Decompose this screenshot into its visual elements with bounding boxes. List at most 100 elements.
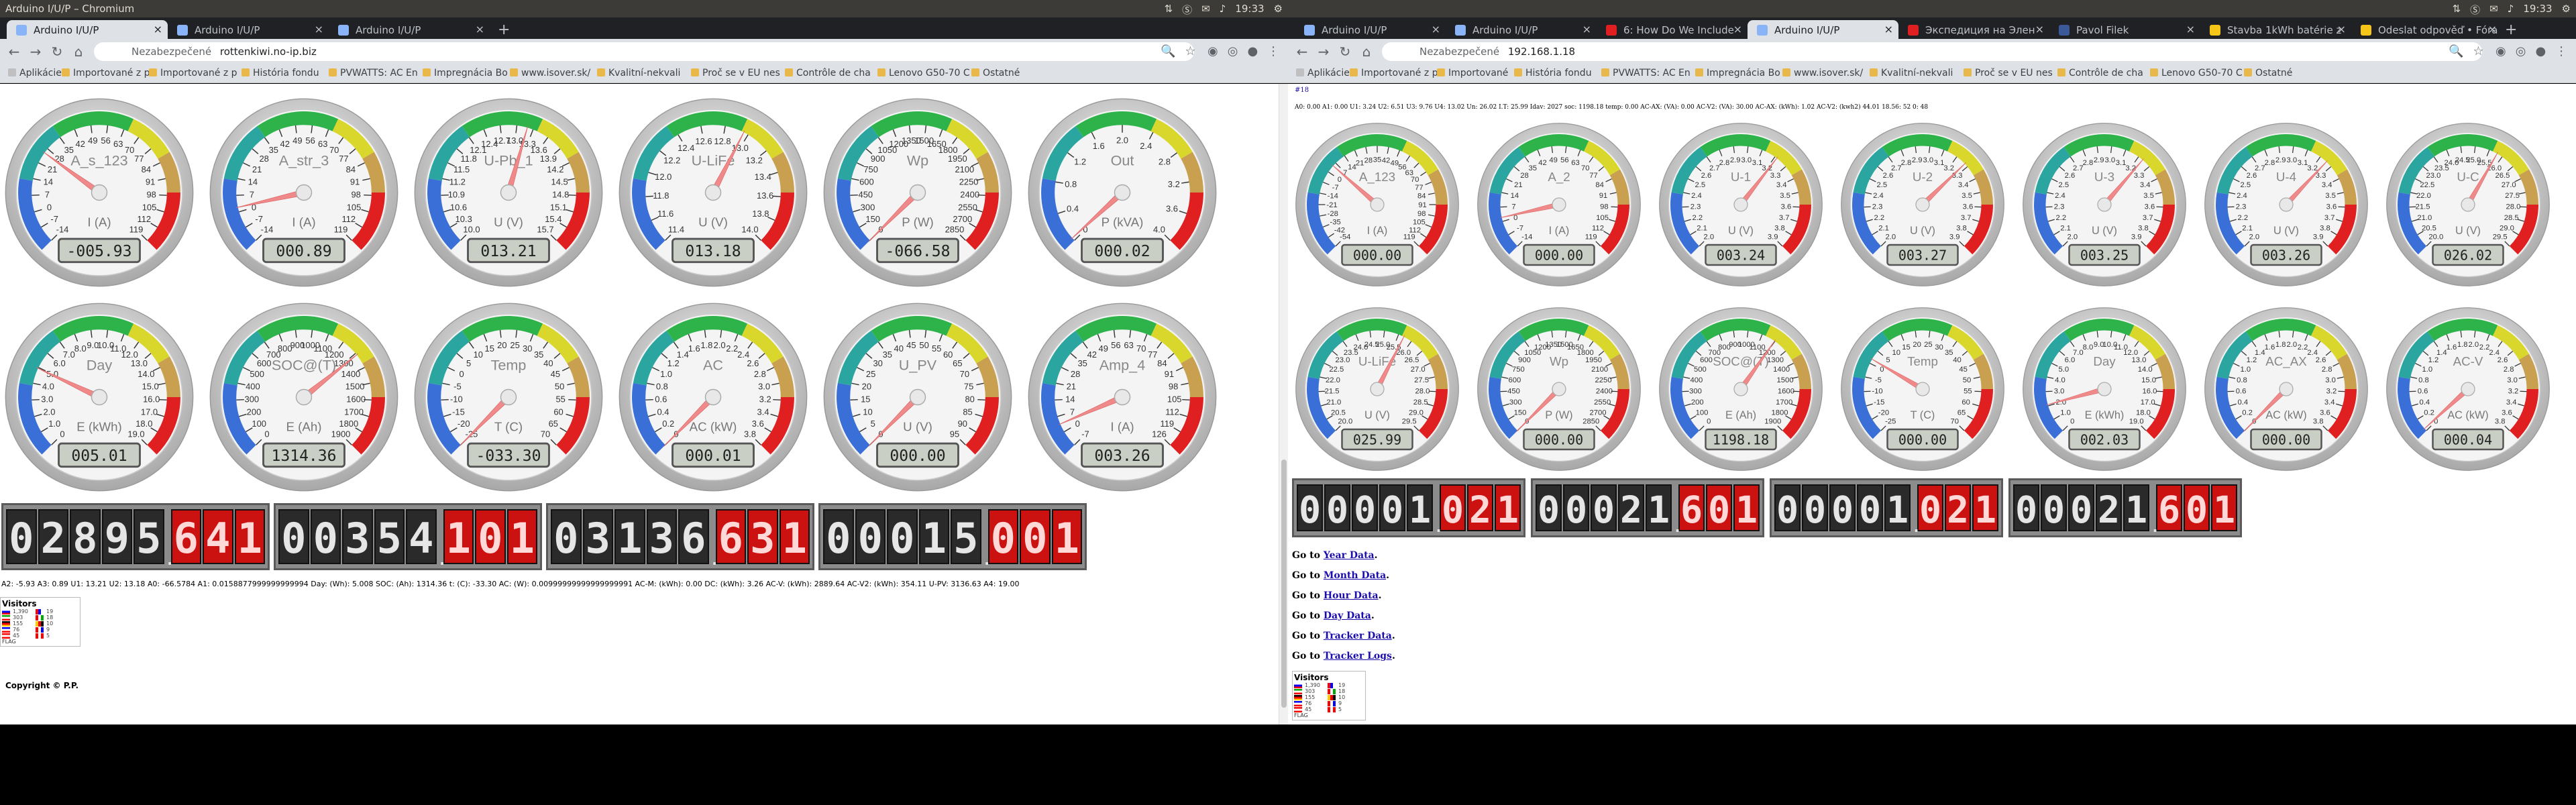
vertical-scrollbar[interactable] (1279, 84, 1288, 724)
bookmark-item[interactable]: Importované (1437, 68, 1508, 78)
bookmark-item[interactable]: PVWATTS: AC En (1601, 68, 1690, 78)
menu-icon[interactable]: ⋮ (2555, 44, 2567, 58)
bookmark-item[interactable]: PVWATTS: AC En (329, 68, 418, 78)
bookmark-item[interactable]: Ostatné (971, 68, 1020, 78)
bookmark-item[interactable]: Importované z p (149, 68, 237, 78)
close-icon[interactable]: × (476, 23, 484, 36)
close-icon[interactable]: × (2186, 23, 2195, 36)
tab-item[interactable]: Arduino I/U/P × (1446, 20, 1597, 39)
page-header[interactable]: #18 (1295, 87, 1309, 94)
goto-link[interactable]: Day Data (1324, 610, 1371, 621)
dropbox-icon[interactable]: ⇅ (1165, 3, 1173, 17)
extension-icon[interactable]: ● (1247, 44, 1258, 58)
clock[interactable]: 19:33 (1235, 3, 1264, 17)
tab-arduino-2[interactable]: Arduino I/U/P × (168, 20, 329, 39)
volume-icon[interactable]: ♪ (1220, 3, 1226, 17)
bookmark-item[interactable]: Kvalitní-nekvali (1870, 68, 1953, 78)
address-bar[interactable]: Nezabezpečené rottenkiwi.no-ip.biz (94, 42, 1194, 61)
url-text[interactable]: rottenkiwi.no-ip.biz (220, 46, 317, 58)
bookmark-item[interactable]: História fondu (1514, 68, 1592, 78)
gear-icon[interactable]: ⚙ (1274, 3, 1283, 17)
visitors-widget[interactable]: Visitors 1,390 19 303 18 155 10 76 9 45 5 FLAG (1292, 671, 1366, 720)
goto-link[interactable]: Tracker Data (1324, 631, 1392, 641)
close-icon[interactable]: × (1432, 23, 1440, 36)
clock[interactable]: 19:33 (2523, 3, 2552, 17)
back-button[interactable]: ← (1293, 43, 1311, 60)
tab-arduino-1[interactable]: Arduino I/U/P × (7, 20, 168, 39)
bookmark-item[interactable]: Aplikácie (8, 68, 62, 78)
close-icon[interactable]: × (1582, 23, 1591, 36)
extension-icon[interactable]: ◎ (1228, 44, 1238, 58)
close-icon[interactable]: × (315, 23, 323, 36)
extension-icon[interactable]: ● (2535, 44, 2546, 58)
url-text[interactable]: 192.168.1.18 (1508, 46, 1575, 58)
reload-button[interactable]: ↻ (1336, 43, 1354, 60)
tab-item[interactable]: Экспедиция на Элен × (1898, 20, 2049, 39)
bookmark-item[interactable]: Proč se v EU nes (1964, 68, 2053, 78)
bookmark-item[interactable]: História fondu (241, 68, 319, 78)
zoom-icon[interactable]: 🔍 (2449, 44, 2463, 58)
bookmark-item[interactable]: Lenovo G50-70 C (2150, 68, 2243, 78)
visitors-widget[interactable]: Visitors 1,390 19 303 18 155 10 76 9 45 5 FLAG (0, 597, 80, 647)
menu-icon[interactable]: ⋮ (1267, 44, 1279, 58)
reload-button[interactable]: ↻ (48, 43, 66, 60)
tab-item[interactable]: Stavba 1kWh batérie z × (2200, 20, 2351, 39)
tab-item[interactable]: Arduino I/U/P × (1748, 20, 1898, 39)
new-tab-button[interactable]: + (2505, 21, 2517, 38)
home-button[interactable]: ⌂ (1358, 43, 1375, 60)
new-tab-button[interactable]: + (498, 21, 510, 38)
bookmark-item[interactable]: Kvalitní-nekvali (597, 68, 680, 78)
forward-button[interactable]: → (1315, 43, 1332, 60)
close-icon[interactable]: × (154, 23, 162, 36)
goto-link[interactable]: Hour Data (1324, 590, 1379, 601)
volume-icon[interactable]: ♪ (2508, 3, 2514, 17)
tab-item[interactable]: Odeslat odpověď • Fóra × (2351, 20, 2502, 39)
forward-button[interactable]: → (27, 43, 44, 60)
bookmark-item[interactable]: Importované z p (62, 68, 150, 78)
bookmark-item[interactable]: Lenovo G50-70 C (877, 68, 970, 78)
close-icon[interactable]: × (2337, 23, 2346, 36)
goto-link[interactable]: Month Data (1324, 570, 1386, 581)
zoom-icon[interactable]: 🔍 (1161, 44, 1175, 58)
extension-icon[interactable]: ◎ (2516, 44, 2526, 58)
goto-link[interactable]: Year Data (1324, 550, 1375, 561)
tab-item[interactable]: Arduino I/U/P × (1295, 20, 1446, 39)
bookmark-item[interactable]: Aplikácie (1296, 68, 1350, 78)
bookmark-item[interactable]: Contrôle de cha (785, 68, 871, 78)
mail-icon[interactable]: ✉ (2489, 3, 2498, 17)
bookmark-item[interactable]: Contrôle de cha (2057, 68, 2143, 78)
star-icon[interactable]: ☆ (1185, 44, 1195, 58)
not-secure-label[interactable]: Nezabezpečené (131, 46, 211, 58)
close-icon[interactable]: × (1733, 23, 1742, 36)
bookmark-item[interactable]: Impregnácia Bo (1695, 68, 1780, 78)
bookmark-item[interactable]: Importované z p (1350, 68, 1438, 78)
close-icon[interactable]: × (2035, 23, 2044, 36)
extension-icon[interactable]: ◉ (2496, 44, 2506, 58)
close-icon[interactable]: × (2488, 23, 2497, 36)
skype-icon[interactable]: Ⓢ (2470, 3, 2480, 17)
bookmark-item[interactable]: Ostatné (2244, 68, 2292, 78)
star-icon[interactable]: ☆ (2473, 44, 2483, 58)
close-icon[interactable]: × (1884, 23, 1893, 36)
extension-icon[interactable]: ◉ (1208, 44, 1218, 58)
back-button[interactable]: ← (5, 43, 23, 60)
mail-icon[interactable]: ✉ (1201, 3, 1210, 17)
tab-item[interactable]: 6: How Do We Include × (1597, 20, 1748, 39)
dropbox-icon[interactable]: ⇅ (2453, 3, 2461, 17)
scrollbar-thumb[interactable] (1281, 460, 1287, 708)
system-tray[interactable]: ⇅ Ⓢ ✉ ♪ 19:33 ⚙ (2453, 3, 2571, 17)
skype-icon[interactable]: Ⓢ (1182, 3, 1192, 17)
bookmark-item[interactable]: www.isover.sk/ (1782, 68, 1863, 78)
bookmark-item[interactable]: Proč se v EU nes (691, 68, 780, 78)
not-secure-label[interactable]: Nezabezpečené (1419, 46, 1499, 58)
flag-counter-label[interactable]: FLAG (2, 639, 78, 645)
home-button[interactable]: ⌂ (70, 43, 87, 60)
tab-item[interactable]: Pavol Filek × (2049, 20, 2200, 39)
system-tray[interactable]: ⇅ Ⓢ ✉ ♪ 19:33 ⚙ (1165, 3, 1283, 17)
tab-arduino-3[interactable]: Arduino I/U/P × (329, 20, 490, 39)
bookmark-item[interactable]: www.isover.sk/ (510, 68, 590, 78)
address-bar[interactable]: Nezabezpečené 192.168.1.18 (1382, 42, 2482, 61)
flag-counter-label[interactable]: FLAG (1294, 712, 1364, 718)
bookmark-item[interactable]: Impregnácia Bo (423, 68, 508, 78)
goto-link[interactable]: Tracker Logs (1324, 651, 1392, 661)
